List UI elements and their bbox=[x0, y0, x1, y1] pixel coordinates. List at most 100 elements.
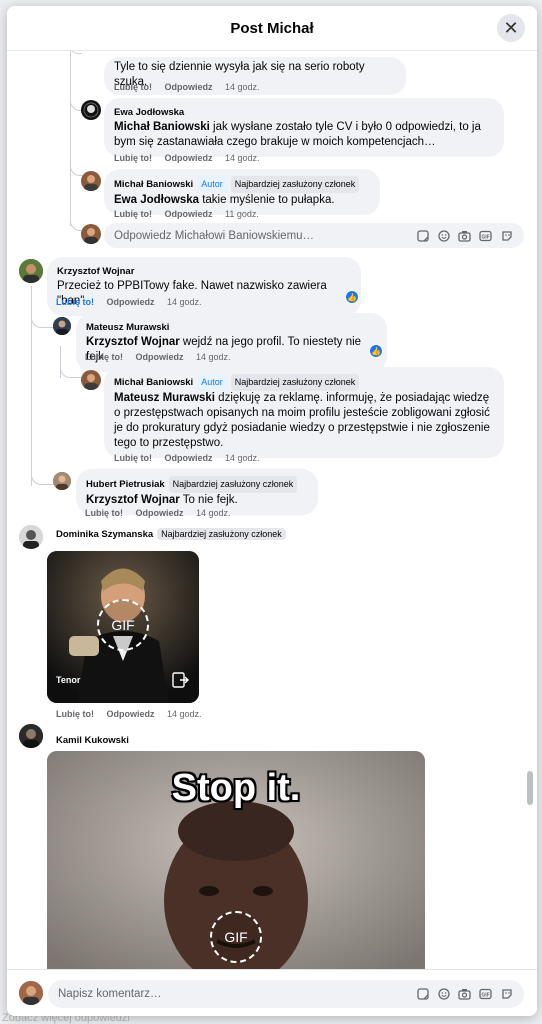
svg-text:GIF: GIF bbox=[481, 234, 489, 240]
comment-time[interactable]: 14 godz. bbox=[225, 453, 260, 463]
reply-button[interactable]: Odpowiedz bbox=[107, 297, 155, 307]
avatar[interactable] bbox=[81, 370, 101, 390]
comment-author[interactable]: Krzysztof Wojnar bbox=[57, 266, 134, 277]
comment-author[interactable]: Kamil Kukowski bbox=[56, 735, 129, 746]
like-button[interactable]: Lubię to! bbox=[85, 508, 123, 518]
comment-time[interactable]: 14 godz. bbox=[196, 508, 231, 518]
author-badge: Autor bbox=[197, 374, 227, 391]
comment-actions: Lubię to! Odpowiedz 14 godz. bbox=[56, 709, 212, 719]
comment-text: To nie fejk. bbox=[179, 494, 238, 506]
comment-actions: Lubię to! Odpowiedz 14 godz. bbox=[56, 297, 212, 307]
comment-time[interactable]: 11 godz. bbox=[225, 209, 259, 219]
like-button[interactable]: Lubię to! bbox=[56, 709, 94, 719]
thread-connector bbox=[70, 51, 82, 54]
comment-composer: Napisz komentarz… GIF bbox=[7, 969, 537, 1016]
comment-bubble: Ewa Jodłowska Michał Baniowski jak wysła… bbox=[104, 98, 504, 157]
camera-icon[interactable] bbox=[457, 228, 472, 243]
modal-title: Post Michał bbox=[230, 19, 314, 37]
emoji-icon[interactable] bbox=[436, 987, 451, 1002]
top-fan-badge: Najbardziej zasłużony członek bbox=[230, 374, 360, 391]
avatar[interactable] bbox=[81, 100, 101, 120]
close-icon: ✕ bbox=[503, 17, 519, 38]
comment-author[interactable]: Michał Baniowski bbox=[114, 179, 193, 190]
avatar-sticker-icon[interactable] bbox=[499, 987, 514, 1002]
reply-button[interactable]: Odpowiedz bbox=[165, 209, 213, 219]
reply-input-placeholder: Odpowiedz Michałowi Baniowskiemu… bbox=[114, 229, 315, 242]
comment-time[interactable]: 14 godz. bbox=[167, 297, 202, 307]
like-reaction-icon[interactable]: 👍 bbox=[345, 290, 359, 304]
share-icon[interactable] bbox=[171, 671, 189, 689]
comment-input-placeholder: Napisz komentarz… bbox=[58, 988, 162, 1000]
comment-time[interactable]: 14 godz. bbox=[225, 82, 260, 92]
reply-button[interactable]: Odpowiedz bbox=[165, 153, 213, 163]
mention-link[interactable]: Ewa Jodłowska bbox=[114, 194, 199, 206]
like-button[interactable]: Lubię to! bbox=[114, 82, 152, 92]
comment-time[interactable]: 14 godz. bbox=[167, 709, 202, 719]
comment-input[interactable]: Napisz komentarz… GIF bbox=[48, 980, 524, 1008]
author-badge: Autor bbox=[197, 176, 227, 193]
avatar[interactable] bbox=[81, 171, 101, 191]
comment-actions: Lubię to! Odpowiedz 14 godz. bbox=[114, 82, 270, 92]
modal-header: Post Michał ✕ bbox=[7, 6, 537, 51]
thread-connector bbox=[31, 465, 54, 485]
mention-link[interactable]: Michał Baniowski bbox=[114, 121, 210, 133]
comment-author[interactable]: Ewa Jodłowska bbox=[114, 107, 184, 118]
comment-author[interactable]: Dominika Szymanska bbox=[56, 529, 153, 540]
gif-play-badge[interactable]: GIF bbox=[97, 599, 149, 651]
reply-input-icons: GIF bbox=[415, 228, 514, 243]
avatar[interactable] bbox=[19, 259, 43, 283]
emoji-icon[interactable] bbox=[436, 228, 451, 243]
comment-time[interactable]: 14 godz. bbox=[225, 153, 260, 163]
comment-bubble: Mateusz Murawski Krzysztof Wojnar wejdź … bbox=[76, 313, 387, 372]
reply-button[interactable]: Odpowiedz bbox=[136, 352, 184, 362]
like-reaction-icon[interactable]: 👍 bbox=[369, 344, 383, 358]
top-fan-badge: Najbardziej zasłużony członek bbox=[168, 476, 298, 493]
gif-caption: Stop it. bbox=[171, 767, 301, 809]
comment-author[interactable]: Mateusz Murawski bbox=[86, 322, 169, 333]
camera-icon[interactable] bbox=[457, 987, 472, 1002]
reply-button[interactable]: Odpowiedz bbox=[136, 508, 184, 518]
avatar[interactable] bbox=[19, 525, 43, 549]
comment-author[interactable]: Michał Baniowski bbox=[114, 377, 193, 388]
mention-link[interactable]: Krzysztof Wojnar bbox=[86, 494, 180, 506]
comment-actions: Lubię to! Odpowiedz 11 godz. bbox=[114, 209, 269, 219]
top-fan-badge: Najbardziej zasłużony członek bbox=[157, 528, 286, 540]
like-button[interactable]: Lubię to! bbox=[114, 153, 152, 163]
like-button[interactable]: Lubię to! bbox=[56, 297, 94, 307]
gif-attachment[interactable]: GIF Tenor bbox=[47, 551, 199, 703]
like-button[interactable]: Lubię to! bbox=[114, 453, 152, 463]
gif-source-label: Tenor bbox=[56, 675, 81, 685]
gif-icon[interactable]: GIF bbox=[478, 228, 493, 243]
comment-bubble: Krzysztof Wojnar Przecież to PPBITowy fa… bbox=[47, 257, 361, 316]
avatar-sticker-icon[interactable] bbox=[499, 228, 514, 243]
like-button[interactable]: Lubię to! bbox=[85, 352, 123, 362]
scrollbar-thumb[interactable] bbox=[527, 771, 533, 805]
mention-link[interactable]: Mateusz Murawski bbox=[114, 392, 215, 404]
close-button[interactable]: ✕ bbox=[497, 14, 525, 42]
post-modal: Post Michał ✕ Tyle to się dziennie wysył… bbox=[7, 6, 537, 1016]
comment-actions: Lubię to! Odpowiedz 14 godz. bbox=[114, 153, 270, 163]
comment-text: takie myślenie to pułapka. bbox=[199, 194, 335, 206]
reply-button[interactable]: Odpowiedz bbox=[165, 82, 213, 92]
avatar[interactable] bbox=[19, 724, 43, 748]
avatar[interactable] bbox=[53, 317, 71, 335]
sticker-icon[interactable] bbox=[415, 228, 430, 243]
like-button[interactable]: Lubię to! bbox=[114, 209, 152, 219]
gif-play-badge[interactable]: GIF bbox=[210, 911, 262, 963]
sticker-icon[interactable] bbox=[415, 987, 430, 1002]
avatar[interactable] bbox=[53, 472, 71, 490]
comment-input-icons: GIF bbox=[415, 987, 514, 1002]
comment-actions: Lubię to! Odpowiedz 14 godz. bbox=[85, 508, 241, 518]
gif-attachment[interactable]: Stop it. GIF bbox=[47, 751, 425, 969]
thread-line bbox=[70, 51, 71, 226]
gif-icon[interactable]: GIF bbox=[478, 987, 493, 1002]
mention-link[interactable]: Krzysztof Wojnar bbox=[86, 336, 180, 348]
reply-button[interactable]: Odpowiedz bbox=[107, 709, 155, 719]
comment-actions: Lubię to! Odpowiedz 14 godz. bbox=[114, 453, 270, 463]
reply-input[interactable]: Odpowiedz Michałowi Baniowskiemu… GIF bbox=[104, 223, 524, 248]
top-fan-badge: Najbardziej zasłużony członek bbox=[230, 176, 360, 193]
comment-time[interactable]: 14 godz. bbox=[196, 352, 231, 362]
reply-button[interactable]: Odpowiedz bbox=[165, 453, 213, 463]
comments-list[interactable]: Tyle to się dziennie wysyła jak się na s… bbox=[7, 51, 537, 969]
comment-author[interactable]: Hubert Pietrusiak bbox=[86, 479, 165, 490]
